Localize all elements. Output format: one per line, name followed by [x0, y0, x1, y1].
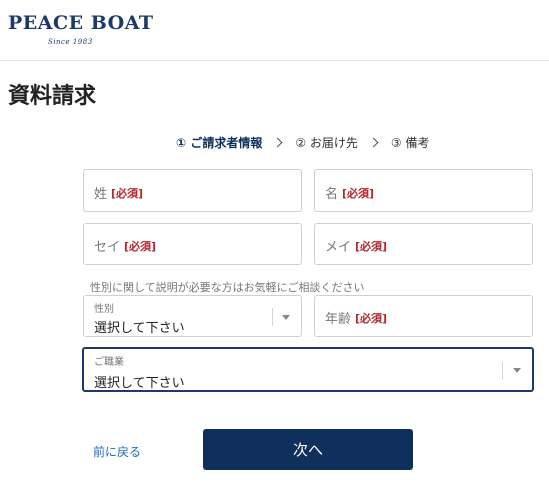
first-name-kana-field[interactable]: メイ [必須]: [314, 223, 533, 265]
occupation-select[interactable]: ご職業 選択して下さい: [82, 347, 534, 392]
gender-label: 性別: [94, 304, 114, 315]
step-delivery: ② お届け先: [295, 135, 358, 150]
step-requester-info: ① ご請求者情報: [176, 135, 263, 150]
chevron-right-icon: [272, 137, 283, 147]
step-progress: ① ご請求者情報 ② お届け先 ③ 備考: [176, 133, 430, 151]
next-button[interactable]: 次へ: [203, 429, 413, 470]
step-notes: ③ 備考: [390, 135, 430, 150]
required-badge: [必須]: [355, 239, 388, 253]
last-name-kana-placeholder: セイ: [94, 240, 121, 255]
page-title: 資料請求: [8, 84, 97, 109]
chevron-down-icon[interactable]: [282, 315, 290, 320]
first-name-field[interactable]: 名 [必須]: [314, 169, 533, 212]
gender-selected-value: 選択して下さい: [94, 321, 185, 336]
last-name-kana-field[interactable]: セイ [必須]: [83, 223, 302, 265]
last-name-placeholder: 姓: [94, 187, 108, 202]
required-badge: [必須]: [111, 186, 144, 200]
required-badge: [必須]: [342, 186, 375, 200]
last-name-field[interactable]: 姓 [必須]: [83, 169, 302, 212]
first-name-kana-placeholder: メイ: [325, 240, 352, 255]
first-name-placeholder: 名: [325, 187, 339, 202]
site-header: PEACE BOAT Since 1983: [0, 0, 549, 61]
age-placeholder: 年齢: [325, 312, 352, 327]
required-badge: [必須]: [355, 311, 388, 325]
select-divider: [272, 308, 273, 326]
required-badge: [必須]: [124, 239, 157, 253]
age-field[interactable]: 年齢 [必須]: [314, 295, 533, 337]
select-divider: [502, 362, 503, 380]
gender-select[interactable]: 性別 選択して下さい: [83, 295, 302, 337]
occupation-label: ご職業: [94, 357, 124, 368]
peace-boat-logo[interactable]: PEACE BOAT: [8, 12, 154, 34]
logo-tagline: Since 1983: [48, 38, 93, 46]
chevron-down-icon[interactable]: [513, 368, 521, 373]
gender-helper-text: 性別に関して説明が必要な方はお気軽にご相談ください: [90, 281, 365, 294]
chevron-right-icon: [368, 137, 379, 147]
occupation-selected-value: 選択して下さい: [94, 376, 185, 391]
back-link[interactable]: 前に戻る: [93, 443, 141, 460]
